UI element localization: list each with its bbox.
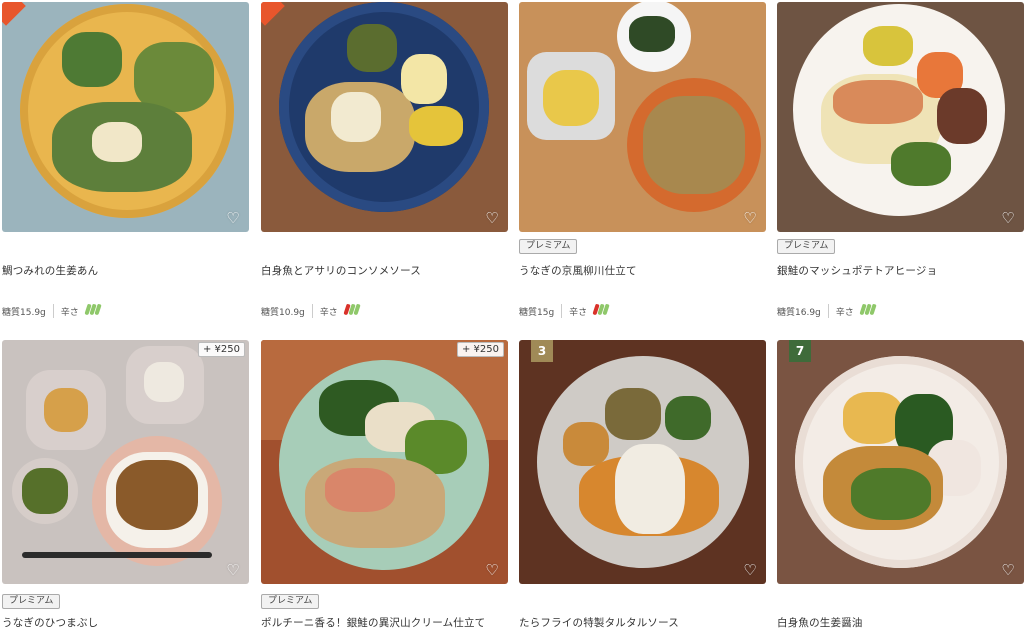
- corner-ribbon: [2, 2, 26, 26]
- premium-badge: プレミアム: [519, 239, 578, 254]
- product-photo[interactable]: ♡: [519, 2, 766, 232]
- product-name[interactable]: 白身魚とアサリのコンソメソース: [261, 263, 421, 278]
- product-name[interactable]: 鯛つみれの生姜あん: [2, 263, 98, 278]
- product-card[interactable]: 7 ♡ 白身魚の生姜醤油: [777, 340, 1024, 629]
- product-photo[interactable]: ♡: [2, 2, 249, 232]
- divider: [311, 304, 313, 318]
- favorite-heart-icon[interactable]: ♡: [742, 210, 758, 226]
- spicy-label: 辛さ: [569, 307, 588, 318]
- product-photo[interactable]: 3 ♡: [519, 340, 766, 584]
- rank-badge: 7: [789, 340, 811, 362]
- corner-ribbon: [261, 2, 285, 26]
- divider: [52, 304, 54, 318]
- spicy-rating: [84, 303, 102, 318]
- product-photo[interactable]: ♡: [777, 2, 1024, 232]
- favorite-heart-icon[interactable]: ♡: [484, 562, 500, 578]
- product-card[interactable]: ♡ プレミアム うなぎの京風柳川仕立て 糖質15g 辛さ: [519, 2, 766, 318]
- spicy-rating: [343, 303, 361, 318]
- product-name[interactable]: うなぎの京風柳川仕立て: [519, 263, 637, 278]
- divider: [561, 304, 563, 318]
- favorite-heart-icon[interactable]: ♡: [225, 562, 241, 578]
- product-card[interactable]: 3 ♡ たらフライの特製タルタルソース: [519, 340, 766, 629]
- spicy-rating: [859, 303, 877, 318]
- spicy-label: 辛さ: [319, 307, 338, 318]
- product-photo[interactable]: + ¥250 ♡: [261, 340, 508, 584]
- premium-badge: プレミアム: [261, 594, 320, 609]
- premium-badge: プレミアム: [2, 594, 61, 609]
- product-meta: 糖質10.9g 辛さ: [261, 303, 361, 318]
- favorite-heart-icon[interactable]: ♡: [1000, 562, 1016, 578]
- carbs-label: 糖質15.9g: [2, 307, 46, 318]
- spicy-label: 辛さ: [835, 307, 854, 318]
- product-name[interactable]: 銀鮭のマッシュポテトアヒージョ: [777, 263, 937, 278]
- product-card[interactable]: ♡ プレミアム 銀鮭のマッシュポテトアヒージョ 糖質16.9g 辛さ: [777, 2, 1024, 318]
- product-meta: 糖質15.9g 辛さ: [2, 303, 102, 318]
- product-card[interactable]: ♡ 白身魚とアサリのコンソメソース 糖質10.9g 辛さ: [261, 2, 508, 318]
- product-photo[interactable]: + ¥250 ♡: [2, 340, 249, 584]
- price-tag: + ¥250: [456, 342, 504, 357]
- spicy-rating: [592, 303, 610, 318]
- favorite-heart-icon[interactable]: ♡: [742, 562, 758, 578]
- price-tag: + ¥250: [197, 342, 245, 357]
- product-meta: 糖質16.9g 辛さ: [777, 303, 877, 318]
- product-meta: 糖質15g 辛さ: [519, 303, 610, 318]
- carbs-label: 糖質10.9g: [261, 307, 305, 318]
- favorite-heart-icon[interactable]: ♡: [484, 210, 500, 226]
- product-card[interactable]: + ¥250 ♡ プレミアム ポルチーニ香る！銀鮭の異沢山クリーム仕立て: [261, 340, 508, 629]
- product-photo[interactable]: ♡: [261, 2, 508, 232]
- favorite-heart-icon[interactable]: ♡: [1000, 210, 1016, 226]
- rank-badge: 3: [531, 340, 553, 362]
- divider: [827, 304, 829, 318]
- product-photo[interactable]: 7 ♡: [777, 340, 1024, 584]
- carbs-label: 糖質16.9g: [777, 307, 821, 318]
- product-card[interactable]: ♡ 鯛つみれの生姜あん 糖質15.9g 辛さ: [2, 2, 249, 318]
- spicy-label: 辛さ: [60, 307, 79, 318]
- carbs-label: 糖質15g: [519, 307, 555, 318]
- product-card[interactable]: + ¥250 ♡ プレミアム うなぎのひつまぶし: [2, 340, 249, 629]
- favorite-heart-icon[interactable]: ♡: [225, 210, 241, 226]
- premium-badge: プレミアム: [777, 239, 836, 254]
